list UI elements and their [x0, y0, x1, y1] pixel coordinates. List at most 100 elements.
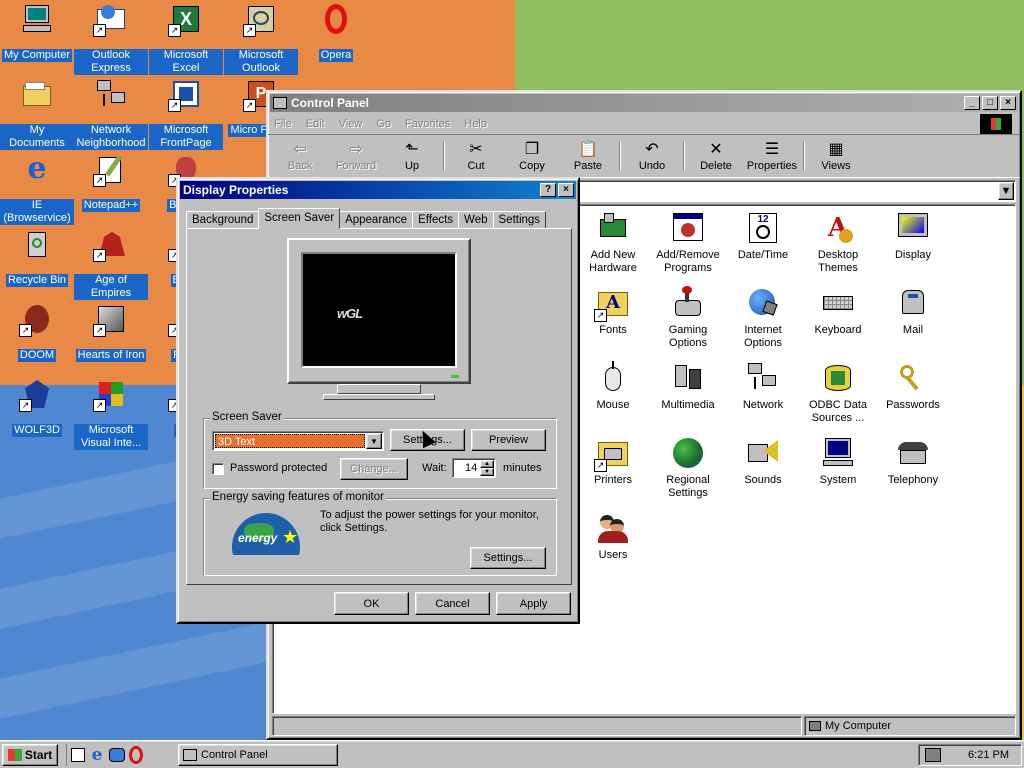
menu-edit[interactable]: Edit [306, 118, 325, 130]
control-panel-item[interactable]: Add New Hardware [575, 211, 651, 275]
control-panel-item[interactable]: Multimedia [650, 361, 726, 412]
desktop-icon[interactable]: Microsoft FrontPage [149, 78, 223, 150]
energy-settings-button[interactable]: Settings... [470, 547, 546, 569]
energy-star-logo: energy ★ [228, 509, 304, 555]
maximize-button[interactable]: □ [982, 96, 998, 110]
desktop-icon[interactable]: Outlook Express [74, 3, 148, 75]
preview-button[interactable]: Preview [471, 429, 546, 451]
spinner-down-icon[interactable]: ▼ [480, 468, 494, 476]
opera-icon[interactable] [129, 746, 143, 764]
menu-view[interactable]: View [339, 118, 363, 130]
tab-effects[interactable]: Effects [412, 211, 460, 229]
display-properties-dialog[interactable]: Display Properties ? × Background Screen … [176, 177, 580, 624]
control-panel-item[interactable]: Telephony [875, 436, 951, 487]
clock[interactable]: 6:21 PM [968, 749, 1009, 761]
tab-screen-saver[interactable]: Screen Saver [258, 208, 341, 229]
desktop-icon[interactable]: Recycle Bin [0, 228, 74, 287]
desktop-icon[interactable]: Hearts of Iron [74, 303, 148, 362]
start-button[interactable]: Start [2, 744, 58, 766]
control-panel-item[interactable]: Network [725, 361, 801, 412]
control-panel-item[interactable]: System [800, 436, 876, 487]
odbc-icon [821, 361, 855, 395]
properties-toolbar-button[interactable]: ☰ Properties [744, 135, 800, 177]
menu-file[interactable]: File [274, 118, 292, 130]
show-desktop-icon[interactable] [71, 748, 85, 762]
windows-logo-icon [7, 749, 22, 761]
control-panel-item[interactable]: ODBC Data Sources ... [800, 361, 876, 425]
taskbar-button-label: Control Panel [201, 749, 268, 761]
desktop-icon[interactable]: Microsoft Outlook [224, 3, 298, 75]
spinner-up-icon[interactable]: ▲ [480, 460, 494, 468]
tab-appearance[interactable]: Appearance [339, 211, 414, 229]
outlook-express-icon[interactable] [109, 748, 125, 762]
desktop-icon[interactable]: Opera [299, 3, 373, 62]
help-button[interactable]: ? [540, 183, 556, 197]
control-panel-item[interactable]: Mouse [575, 361, 651, 412]
control-panel-item[interactable]: Gaming Options [650, 286, 726, 350]
control-panel-item[interactable]: Display [875, 211, 951, 262]
menu-help[interactable]: Help [464, 118, 487, 130]
desktop-icon[interactable]: Age of Empires [74, 228, 148, 300]
taskbar-button[interactable]: Control Panel [178, 744, 338, 766]
up-toolbar-button[interactable]: ⬑ Up [384, 135, 440, 177]
ie-icon[interactable]: e [89, 747, 105, 764]
undo-toolbar-button[interactable]: ↶ Undo [624, 135, 680, 177]
wait-value[interactable]: 14 [465, 462, 477, 474]
control-panel-item[interactable]: 12 Date/Time [725, 211, 801, 262]
copy-toolbar-button[interactable]: ❐ Copy [504, 135, 560, 177]
menu-go[interactable]: Go [376, 118, 391, 130]
desktop-icon[interactable]: My Computer [0, 3, 74, 62]
frontpage-icon [168, 78, 202, 112]
control-panel-item[interactable]: Regional Settings [650, 436, 726, 500]
control-panel-item[interactable]: Mail [875, 286, 951, 337]
chevron-down-icon[interactable]: ▼ [366, 433, 382, 449]
screensaver-select[interactable]: 3D Text ▼ [212, 431, 384, 451]
menu-favorites[interactable]: Favorites [405, 118, 450, 130]
close-button[interactable]: × [558, 183, 574, 197]
tab-web[interactable]: Web [458, 211, 494, 229]
delete-toolbar-button[interactable]: ✕ Delete [688, 135, 744, 177]
ok-button[interactable]: OK [334, 592, 409, 615]
control-panel-item[interactable]: Keyboard [800, 286, 876, 337]
preview-screen: wGL [301, 252, 457, 368]
minimize-button[interactable]: _ [964, 96, 980, 110]
system-tray: 6:21 PM [918, 744, 1022, 766]
control-panel-item[interactable]: Users [575, 511, 651, 562]
desktop-icon[interactable]: Network Neighborhood [74, 78, 148, 150]
change-password-button[interactable]: Change... [340, 458, 408, 480]
display-tray-icon[interactable] [925, 748, 941, 762]
control-panel-item[interactable]: A Desktop Themes [800, 211, 876, 275]
forward-toolbar-button[interactable]: ⇨ Forward [328, 135, 384, 177]
control-panel-item-label: Fonts [599, 324, 627, 336]
apply-button[interactable]: Apply [496, 592, 571, 615]
control-panel-item[interactable]: Printers [575, 436, 651, 487]
desktop-icon[interactable]: Notepad++ [74, 153, 148, 212]
control-panel-item[interactable]: A Fonts [575, 286, 651, 337]
control-panel-item[interactable]: Sounds [725, 436, 801, 487]
views-toolbar-button[interactable]: ▦ Views [808, 135, 864, 177]
control-panel-item[interactable]: Passwords [875, 361, 951, 412]
tab-background[interactable]: Background [186, 211, 260, 229]
desktop-icon[interactable]: X Microsoft Excel [149, 3, 223, 75]
paste-toolbar-button[interactable]: 📋 Paste [560, 135, 616, 177]
control-panel-item[interactable]: Add/Remove Programs [650, 211, 726, 275]
wait-spinner[interactable]: 14 ▲ ▼ [452, 458, 496, 478]
control-panel-titlebar[interactable]: Control Panel _ □ × [270, 94, 1018, 112]
control-panel-item[interactable]: Internet Options [725, 286, 801, 350]
desktop-icon[interactable]: e IE (Browservice) [0, 153, 74, 225]
back-toolbar-button[interactable]: ⇦ Back [272, 135, 328, 177]
cut-toolbar-button[interactable]: ✂ Cut [448, 135, 504, 177]
desktop-icon[interactable]: WOLF3D [0, 378, 74, 437]
close-button[interactable]: × [1000, 96, 1016, 110]
energy-description: To adjust the power settings for your mo… [320, 509, 539, 534]
tab-settings[interactable]: Settings [492, 211, 547, 229]
password-label[interactable]: Password protected [230, 462, 327, 474]
chevron-down-icon[interactable]: ▼ [998, 182, 1014, 200]
password-checkbox[interactable] [212, 463, 224, 475]
control-panel-item-label: Sounds [744, 474, 782, 486]
desktop-icon[interactable]: DOOM [0, 303, 74, 362]
display-properties-titlebar[interactable]: Display Properties ? × [180, 181, 576, 199]
desktop-icon[interactable]: Microsoft Visual Inte... [74, 378, 148, 450]
cancel-button[interactable]: Cancel [415, 592, 490, 615]
desktop-icon[interactable]: My Documents [0, 78, 74, 150]
